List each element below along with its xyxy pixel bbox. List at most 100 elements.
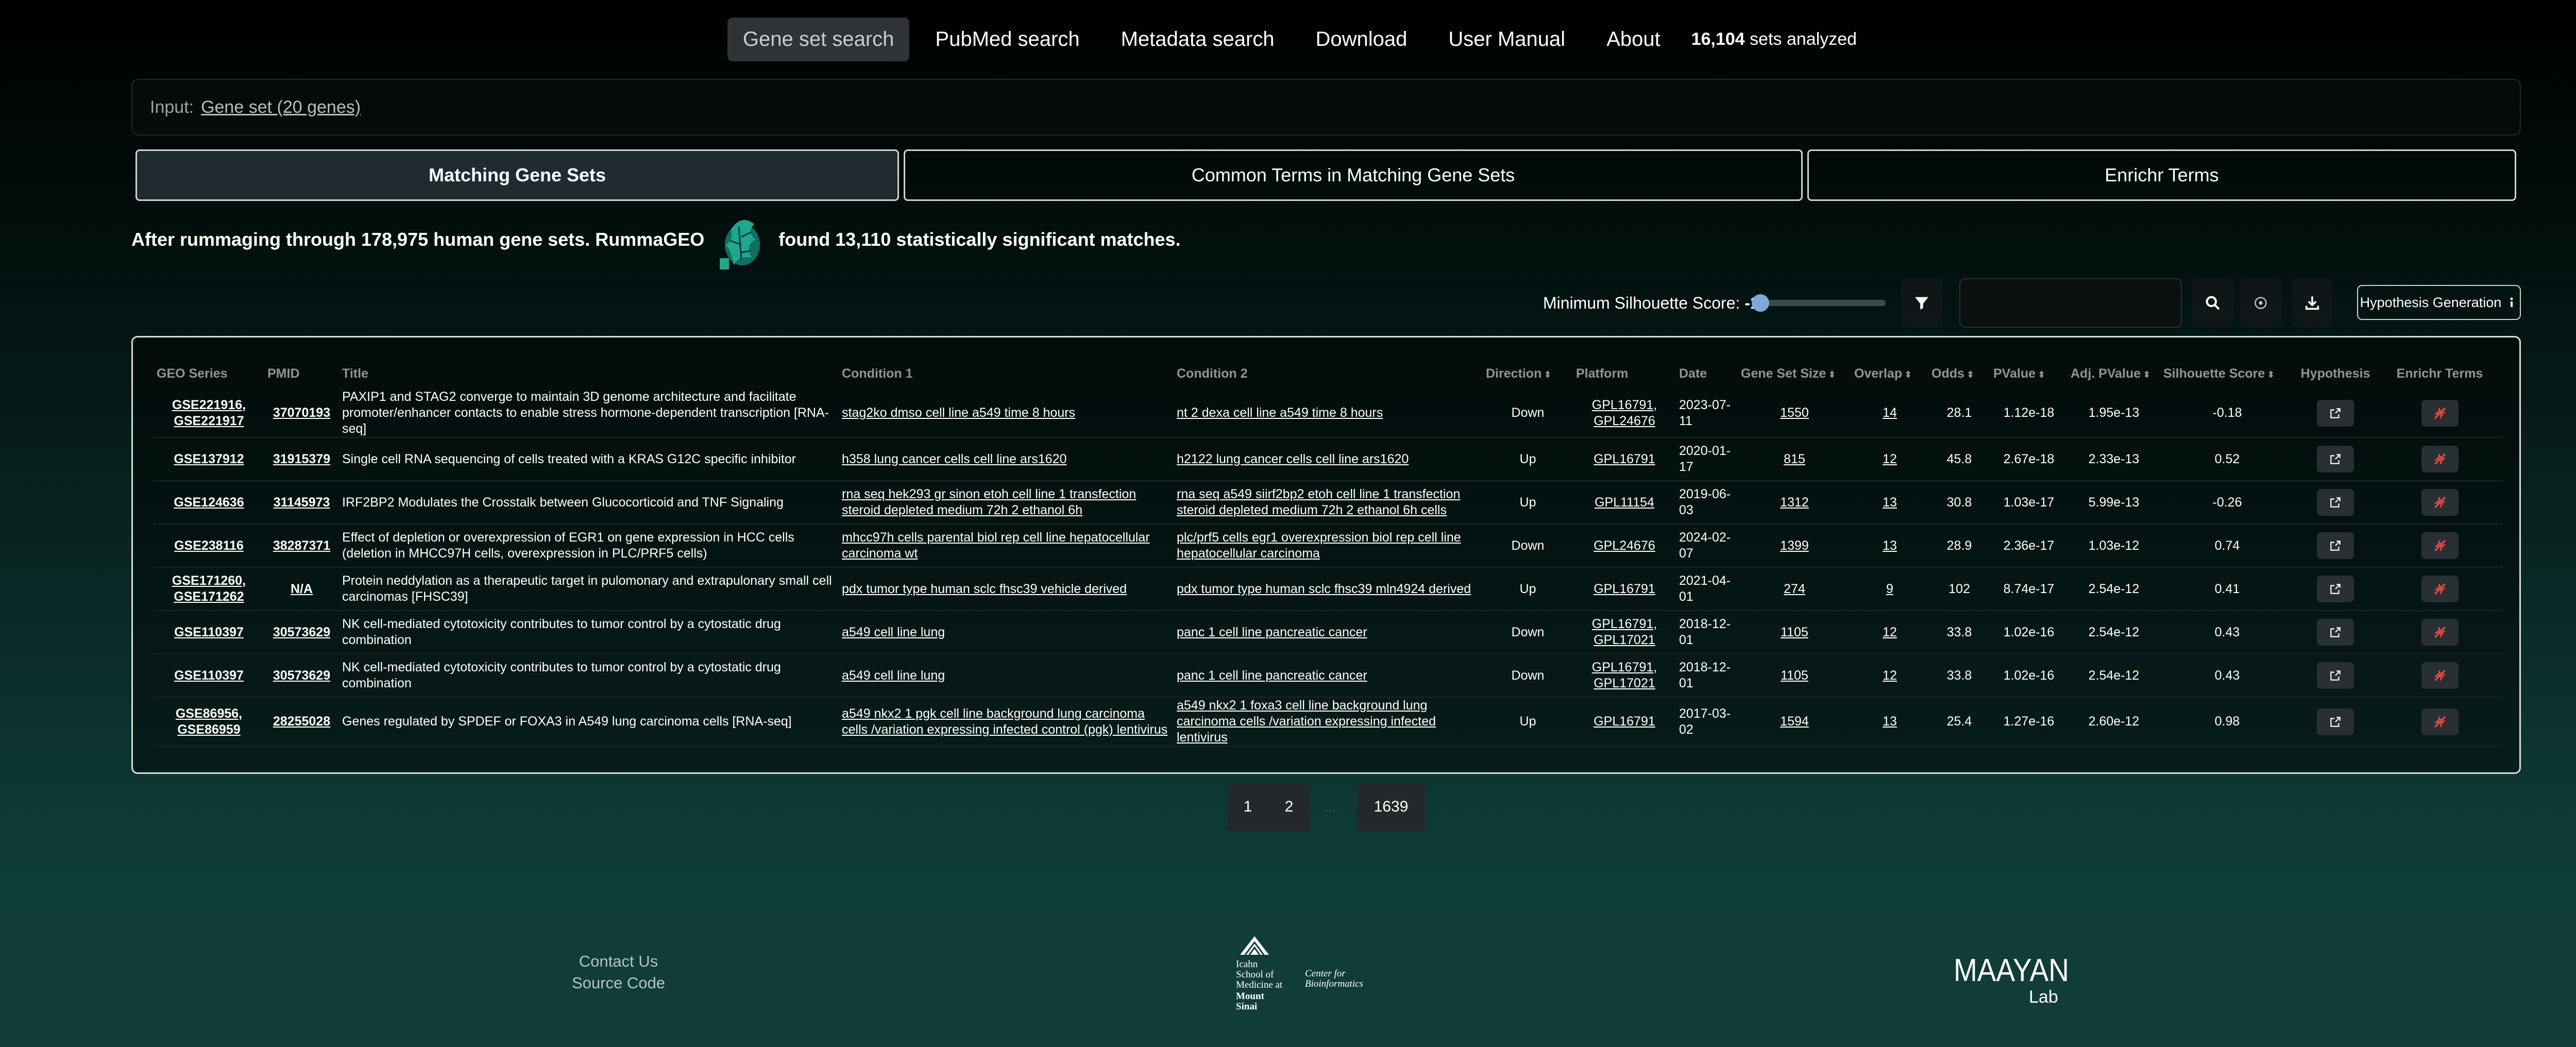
condition-2-link[interactable]: a549 nkx2 1 foxa3 cell line background l… (1174, 697, 1483, 747)
gene-set-size-link[interactable]: 1594 (1738, 697, 1851, 747)
pmid-link[interactable]: 28255028 (264, 697, 339, 747)
nav-pubmed-search[interactable]: PubMed search (920, 18, 1095, 61)
page-1-button[interactable]: 1 (1227, 782, 1268, 832)
platform-link[interactable]: GPL16791 (1573, 697, 1676, 747)
geo-series-link[interactable]: GSE137912 (154, 437, 264, 481)
page-last-button[interactable]: 1639 (1357, 782, 1425, 832)
hypothesis-button[interactable] (2317, 446, 2354, 472)
platform-link[interactable]: GPL16791, GPL24676 (1573, 389, 1676, 438)
input-gene-set-link[interactable]: Gene set (20 genes) (201, 97, 361, 117)
condition-2-link[interactable]: rna seq a549 siirf2bp2 etoh cell line 1 … (1174, 481, 1483, 525)
gene-set-size-link[interactable]: 1399 (1738, 524, 1851, 568)
geo-series-link[interactable]: GSE110397 (154, 611, 264, 654)
nav-gene-set-search[interactable]: Gene set search (727, 17, 910, 61)
hypothesis-button[interactable] (2317, 489, 2354, 516)
enrichr-button[interactable] (2421, 619, 2459, 646)
silhouette-slider-thumb[interactable] (1752, 294, 1769, 312)
condition-1-link[interactable]: mhcc97h cells parental biol rep cell lin… (839, 524, 1174, 568)
platform-link[interactable]: GPL24676 (1573, 524, 1676, 568)
page-2-button[interactable]: 2 (1268, 782, 1310, 832)
overlap-link[interactable]: 12 (1851, 437, 1928, 481)
condition-1-link[interactable]: a549 cell line lung (839, 654, 1174, 698)
gene-set-size-link[interactable]: 274 (1738, 567, 1851, 611)
nav-download[interactable]: Download (1300, 18, 1423, 61)
reset-button[interactable] (2240, 278, 2281, 328)
gene-set-size-link[interactable]: 1105 (1738, 654, 1851, 698)
geo-series-link[interactable]: GSE124636 (154, 481, 264, 525)
hypothesis-button[interactable] (2317, 532, 2354, 559)
pmid-link[interactable]: 31915379 (264, 437, 339, 481)
hypothesis-button[interactable] (2317, 662, 2354, 689)
col-gene-set-size[interactable]: Gene Set Size ⬍ (1738, 358, 1851, 389)
overlap-link[interactable]: 12 (1851, 611, 1928, 654)
overlap-link[interactable]: 12 (1851, 654, 1928, 698)
nav-metadata-search[interactable]: Metadata search (1106, 18, 1290, 61)
condition-2-link[interactable]: panc 1 cell line pancreatic cancer (1174, 611, 1483, 654)
pmid-link[interactable]: 30573629 (264, 611, 339, 654)
condition-2-link[interactable]: panc 1 cell line pancreatic cancer (1174, 654, 1483, 698)
geo-series-link[interactable]: GSE110397 (154, 654, 264, 698)
hypothesis-generation-button[interactable]: Hypothesis Generation (2357, 285, 2521, 320)
col-silhouette-score[interactable]: Silhouette Score ⬍ (2160, 358, 2294, 389)
enrichr-button[interactable] (2421, 576, 2459, 602)
pmid-link[interactable]: 31145973 (264, 481, 339, 525)
gene-set-size-link[interactable]: 1312 (1738, 481, 1851, 525)
contact-us-link[interactable]: Contact Us (579, 951, 658, 972)
platform-link[interactable]: GPL11154 (1573, 481, 1676, 525)
condition-1-link[interactable]: rna seq hek293 gr sinon etoh cell line 1… (839, 481, 1174, 525)
enrichr-button[interactable] (2421, 662, 2459, 689)
col-pvalue[interactable]: PValue ⬍ (1990, 358, 2067, 389)
geo-series-link[interactable]: GSE221916, GSE221917 (154, 389, 264, 438)
overlap-link[interactable]: 13 (1851, 481, 1928, 525)
hypothesis-button[interactable] (2317, 576, 2354, 602)
tab-matching-gene-sets[interactable]: Matching Gene Sets (135, 149, 899, 201)
overlap-link[interactable]: 9 (1851, 567, 1928, 611)
enrichr-button[interactable] (2421, 446, 2459, 472)
gene-set-size-link[interactable]: 815 (1738, 437, 1851, 481)
pmid-link[interactable]: 37070193 (264, 389, 339, 438)
platform-link[interactable]: GPL16791 (1573, 437, 1676, 481)
platform-link[interactable]: GPL16791 (1573, 567, 1676, 611)
condition-2-link[interactable]: nt 2 dexa cell line a549 time 8 hours (1174, 389, 1483, 438)
platform-link[interactable]: GPL16791, GPL17021 (1573, 654, 1676, 698)
pmid-link[interactable]: 38287371 (264, 524, 339, 568)
pmid-link[interactable]: N/A (264, 567, 339, 611)
geo-series-link[interactable]: GSE238116 (154, 524, 264, 568)
condition-2-link[interactable]: plc/prf5 cells egr1 overexpression biol … (1174, 524, 1483, 568)
pmid-link[interactable]: 30573629 (264, 654, 339, 698)
geo-series-link[interactable]: GSE86956, GSE86959 (154, 697, 264, 747)
overlap-link[interactable]: 14 (1851, 389, 1928, 438)
enrichr-button[interactable] (2421, 489, 2459, 516)
col-odds[interactable]: Odds ⬍ (1928, 358, 1990, 389)
geo-series-link[interactable]: GSE171260, GSE171262 (154, 567, 264, 611)
search-input[interactable] (1959, 278, 2182, 328)
platform-link[interactable]: GPL16791, GPL17021 (1573, 611, 1676, 654)
enrichr-button[interactable] (2421, 532, 2459, 559)
filter-button[interactable] (1901, 278, 1942, 328)
col-adj-pvalue[interactable]: Adj. PValue ⬍ (2067, 358, 2160, 389)
silhouette-slider-track[interactable] (1754, 300, 1886, 306)
condition-1-link[interactable]: a549 cell line lung (839, 611, 1174, 654)
nav-about[interactable]: About (1591, 18, 1676, 61)
enrichr-button[interactable] (2421, 399, 2459, 427)
condition-2-link[interactable]: pdx tumor type human sclc fhsc39 mln4924… (1174, 567, 1483, 611)
condition-1-link[interactable]: a549 nkx2 1 pgk cell line background lun… (839, 697, 1174, 747)
hypothesis-button[interactable] (2317, 399, 2354, 427)
condition-1-link[interactable]: pdx tumor type human sclc fhsc39 vehicle… (839, 567, 1174, 611)
tab-enrichr-terms[interactable]: Enrichr Terms (1807, 149, 2516, 201)
tab-common-terms[interactable]: Common Terms in Matching Gene Sets (904, 149, 1803, 201)
download-button[interactable] (2292, 278, 2333, 328)
search-button[interactable] (2192, 278, 2233, 328)
nav-user-manual[interactable]: User Manual (1433, 18, 1581, 61)
overlap-link[interactable]: 13 (1851, 524, 1928, 568)
condition-2-link[interactable]: h2122 lung cancer cells cell line ars162… (1174, 437, 1483, 481)
col-overlap[interactable]: Overlap ⬍ (1851, 358, 1928, 389)
hypothesis-button[interactable] (2317, 708, 2354, 735)
condition-1-link[interactable]: stag2ko dmso cell line a549 time 8 hours (839, 389, 1174, 438)
col-direction[interactable]: Direction ⬍ (1483, 358, 1573, 389)
gene-set-size-link[interactable]: 1550 (1738, 389, 1851, 438)
enrichr-button[interactable] (2421, 708, 2459, 735)
gene-set-size-link[interactable]: 1105 (1738, 611, 1851, 654)
condition-1-link[interactable]: h358 lung cancer cells cell line ars1620 (839, 437, 1174, 481)
hypothesis-button[interactable] (2317, 619, 2354, 646)
